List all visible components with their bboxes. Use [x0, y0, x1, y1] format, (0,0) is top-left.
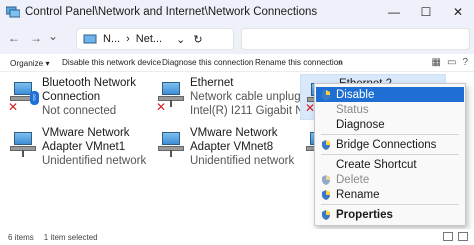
- connection-item-vmnet8[interactable]: VMware Network Adapter VMnet8 Unidentifi…: [152, 124, 295, 170]
- menu-item-status[interactable]: Status: [316, 102, 464, 117]
- bluetooth-network-icon: ᛒ ✕: [8, 80, 39, 114]
- menu-item-label: Properties: [336, 208, 393, 221]
- context-menu: Disable Status Diagnose Bridge Connectio…: [314, 83, 466, 226]
- menu-item-label: Disable: [336, 88, 375, 101]
- change-view-icon[interactable]: ▦: [432, 57, 441, 68]
- recent-locations-button[interactable]: ⌄: [48, 29, 58, 43]
- menu-item-delete[interactable]: Delete: [316, 172, 464, 187]
- network-adapter-icon: [8, 130, 38, 160]
- ethernet-icon: ✕: [156, 80, 186, 114]
- diagnose-connection-button[interactable]: Diagnose this connection: [162, 58, 254, 67]
- menu-item-rename[interactable]: Rename: [316, 187, 464, 202]
- shield-icon: [321, 189, 331, 200]
- shield-icon: [321, 139, 331, 150]
- connection-item-partial[interactable]: [300, 124, 332, 170]
- network-folder-icon: [83, 34, 97, 45]
- connection-status: Unidentified network: [190, 155, 295, 167]
- menu-item-label: Status: [336, 103, 369, 116]
- breadcrumb-network-connections[interactable]: Net...: [136, 33, 162, 45]
- disable-device-button[interactable]: Disable this network device: [62, 58, 161, 67]
- menu-item-properties[interactable]: Properties: [316, 207, 464, 222]
- connection-item-bluetooth[interactable]: ᛒ ✕ Bluetooth Network Connection Not con…: [4, 74, 144, 120]
- menu-item-label: Rename: [336, 188, 380, 201]
- shield-icon: [321, 174, 331, 185]
- minimize-button[interactable]: —: [378, 0, 410, 24]
- connection-status: Not connected: [42, 105, 117, 117]
- search-input[interactable]: [241, 28, 470, 50]
- status-bar: 6 items 1 item selected: [0, 229, 474, 245]
- rename-connection-button[interactable]: Rename this connection: [255, 58, 343, 67]
- selection-count: 1 item selected: [43, 232, 98, 242]
- maximize-button[interactable]: ☐: [410, 0, 442, 24]
- menu-item-label: Create Shortcut: [336, 158, 417, 171]
- connection-name-line2: Adapter VMnet8: [190, 141, 274, 153]
- connection-name-line2: Connection: [42, 91, 101, 103]
- back-button[interactable]: ←: [8, 31, 20, 45]
- refresh-icon[interactable]: ↻: [193, 33, 202, 46]
- shield-icon: [321, 209, 331, 220]
- breadcrumb-separator[interactable]: ›: [126, 33, 130, 45]
- menu-separator: [321, 204, 459, 205]
- connection-item-ethernet[interactable]: ✕ Ethernet Network cable unplugg... Inte…: [152, 74, 320, 120]
- command-bar: Organize ▾ Disable this network device D…: [0, 54, 474, 72]
- menu-item-create-shortcut[interactable]: Create Shortcut: [316, 157, 464, 172]
- connection-name: VMware Network: [190, 127, 278, 139]
- network-adapter-icon: [156, 130, 186, 160]
- connection-name: Bluetooth Network: [42, 77, 136, 89]
- help-icon[interactable]: ?: [462, 57, 468, 68]
- item-count: 6 items: [8, 232, 34, 242]
- close-button[interactable]: ✕: [442, 0, 474, 24]
- address-bar[interactable]: N... › Net... ⌄ ↻: [76, 28, 234, 50]
- more-commands-button[interactable]: »: [338, 58, 343, 67]
- connection-item-vmnet1[interactable]: VMware Network Adapter VMnet1 Unidentifi…: [4, 124, 147, 170]
- window-title: Control Panel\Network and Internet\Netwo…: [25, 6, 318, 18]
- menu-item-diagnose[interactable]: Diagnose: [316, 117, 464, 132]
- preview-pane-icon[interactable]: ▭: [447, 57, 456, 68]
- connection-name: VMware Network: [42, 127, 130, 139]
- forward-button[interactable]: →: [30, 31, 42, 45]
- details-view-icon[interactable]: [443, 232, 453, 241]
- address-dropdown-icon[interactable]: ⌄: [176, 33, 185, 46]
- menu-item-label: Bridge Connections: [336, 138, 437, 151]
- menu-item-label: Delete: [336, 173, 370, 186]
- large-icons-view-icon[interactable]: [458, 232, 468, 241]
- title-bar: Control Panel\Network and Internet\Netwo…: [0, 0, 474, 24]
- menu-separator: [321, 154, 459, 155]
- address-row: ← → ⌄ N... › Net... ⌄ ↻: [0, 24, 474, 54]
- menu-item-disable[interactable]: Disable: [316, 87, 464, 102]
- network-connections-icon: [5, 6, 21, 18]
- breadcrumb-network[interactable]: N...: [103, 33, 120, 45]
- menu-separator: [321, 134, 459, 135]
- shield-icon: [321, 89, 331, 100]
- menu-item-bridge-connections[interactable]: Bridge Connections: [316, 137, 464, 152]
- connection-status: Unidentified network: [42, 155, 147, 167]
- connection-name-line2: Adapter VMnet1: [42, 141, 126, 153]
- menu-item-label: Diagnose: [336, 118, 385, 131]
- organize-button[interactable]: Organize ▾: [10, 58, 50, 68]
